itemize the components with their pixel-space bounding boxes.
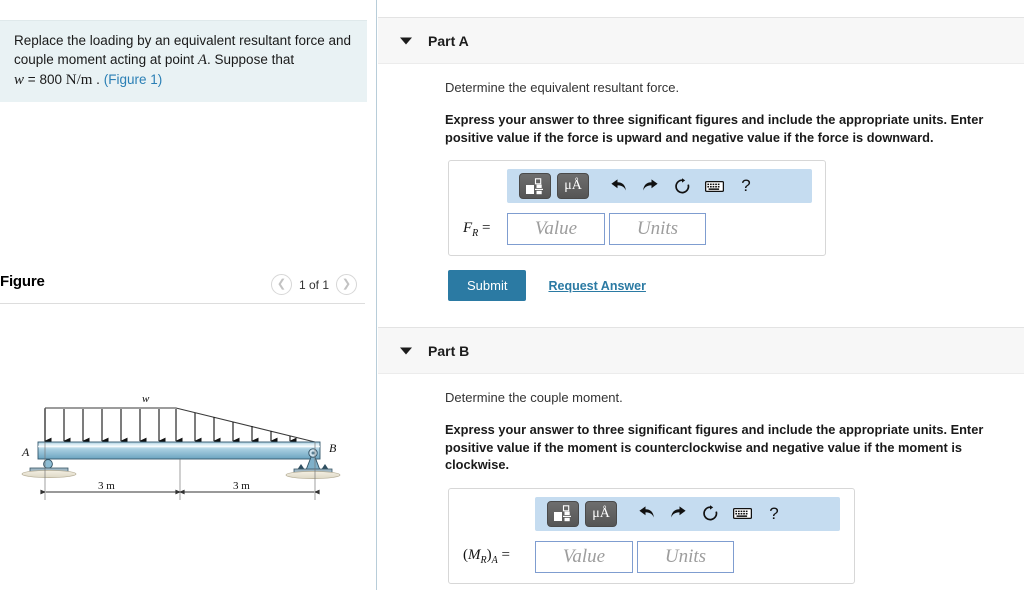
undo-arrow-icon[interactable] (633, 501, 659, 527)
micro-angstrom-units-icon[interactable]: μÅ (585, 500, 617, 527)
part-a-header[interactable]: Part A (378, 17, 1024, 64)
figure-header: Figure ❮ 1 of 1 ❯ (0, 270, 365, 304)
caret-down-icon[interactable] (400, 37, 412, 44)
part-a-answer-box: μÅ ? FR = Value Units (448, 160, 826, 256)
keyboard-glyph (732, 507, 752, 520)
part-a-value-input[interactable]: Value (507, 213, 605, 245)
question-line-2a: couple moment acting at point (14, 52, 198, 67)
part-b-math-toolbar: μÅ ? (535, 496, 840, 531)
mr-symbol: MR (468, 547, 487, 566)
dimension-left-label: 3 m (98, 480, 115, 492)
part-a-action-row: Submit Request Answer (445, 270, 1020, 301)
reset-glyph (702, 505, 717, 521)
request-answer-link[interactable]: Request Answer (548, 279, 645, 293)
period: . (96, 72, 100, 87)
keyboard-icon[interactable] (701, 173, 727, 199)
part-b-prompt: Determine the couple moment. (445, 390, 623, 405)
part-a-section: Part A Determine the equivalent resultan… (378, 0, 1024, 301)
part-a-units-placeholder: Units (636, 218, 679, 239)
undo-glyph (610, 178, 626, 190)
part-a-units-input[interactable]: Units (609, 213, 706, 245)
redo-arrow-icon[interactable] (665, 501, 691, 527)
equals-sign: = (27, 72, 36, 87)
beam-loading-diagram: w A B 3 m 3 m (21, 393, 341, 500)
part-a-entry-row: FR = Value Units (459, 213, 815, 245)
part-b-value-input[interactable]: Value (535, 540, 633, 573)
part-a-prompt: Determine the equivalent resultant force… (445, 80, 680, 95)
part-b-units-input[interactable]: Units (637, 540, 734, 573)
part-a-value-placeholder: Value (534, 218, 578, 239)
redo-glyph (670, 506, 686, 518)
page-root: Replace the loading by an equivalent res… (0, 0, 1024, 590)
part-b-entry-label: (MR)A = (463, 547, 510, 566)
template-icon[interactable] (547, 500, 579, 527)
reset-glyph (674, 177, 689, 193)
figure-page-label: 1 of 1 (298, 277, 329, 292)
w-units: N/m (65, 72, 93, 88)
caret-down-icon[interactable] (400, 347, 412, 354)
question-statement-box: Replace the loading by an equivalent res… (0, 20, 367, 102)
support-b-label: B (329, 441, 337, 455)
part-a-entry-label: FR = (463, 219, 491, 239)
dimension-right-label: 3 m (233, 480, 250, 492)
figure-1-link[interactable]: (Figure 1) (104, 72, 163, 87)
template-glyph (526, 177, 543, 194)
support-a-label: A (21, 445, 30, 459)
load-label: w (142, 393, 150, 405)
part-b-value-placeholder: Value (562, 545, 606, 567)
figure-pager: ❮ 1 of 1 ❯ (270, 274, 357, 295)
part-b-body: Determine the couple moment. Express you… (378, 374, 1024, 584)
fr-symbol: FR (463, 219, 479, 239)
question-line-2b: . Suppose that (207, 52, 295, 67)
question-text: Replace the loading by an equivalent res… (14, 31, 353, 90)
question-line-1: Replace the loading by an equivalent res… (14, 33, 351, 48)
left-panel: Replace the loading by an equivalent res… (0, 0, 377, 590)
undo-glyph (638, 506, 654, 518)
part-b-section: Part B Determine the couple moment. Expr… (378, 327, 1024, 584)
part-a-title: Part A (428, 32, 469, 49)
figure-diagram: w A B 3 m 3 m (0, 380, 365, 515)
reset-circular-arrow-icon[interactable] (669, 173, 695, 199)
part-a-instruction: Express your answer to three significant… (445, 112, 984, 145)
part-b-header[interactable]: Part B (378, 327, 1024, 374)
part-b-entry-row: (MR)A = Value Units (459, 540, 844, 573)
help-icon[interactable]: ? (761, 501, 787, 527)
part-b-answer-box: μÅ ? (MR)A = Value Units (448, 487, 855, 584)
point-symbol: A (197, 52, 208, 68)
template-glyph (554, 505, 571, 522)
redo-glyph (642, 178, 658, 190)
reset-circular-arrow-icon[interactable] (697, 501, 723, 527)
undo-arrow-icon[interactable] (605, 173, 631, 199)
part-b-instruction: Express your answer to three significant… (445, 422, 984, 472)
submit-button[interactable]: Submit (448, 270, 527, 301)
redo-arrow-icon[interactable] (637, 173, 663, 199)
template-icon[interactable] (519, 173, 551, 199)
part-a-body: Determine the equivalent resultant force… (378, 64, 1024, 301)
figure-title: Figure (0, 273, 45, 290)
chevron-left-icon[interactable]: ❮ (270, 274, 292, 295)
part-a-math-toolbar: μÅ ? (507, 169, 812, 203)
help-icon[interactable]: ? (733, 173, 759, 199)
micro-angstrom-units-icon[interactable]: μÅ (557, 173, 589, 199)
w-symbol: w (14, 72, 25, 88)
chevron-right-icon[interactable]: ❯ (336, 274, 357, 295)
right-panel: Part A Determine the equivalent resultan… (378, 0, 1024, 590)
keyboard-glyph (704, 180, 724, 192)
part-b-title: Part B (428, 342, 470, 359)
keyboard-icon[interactable] (729, 501, 755, 527)
part-b-units-placeholder: Units (664, 545, 707, 567)
w-value: 800 (39, 72, 62, 87)
